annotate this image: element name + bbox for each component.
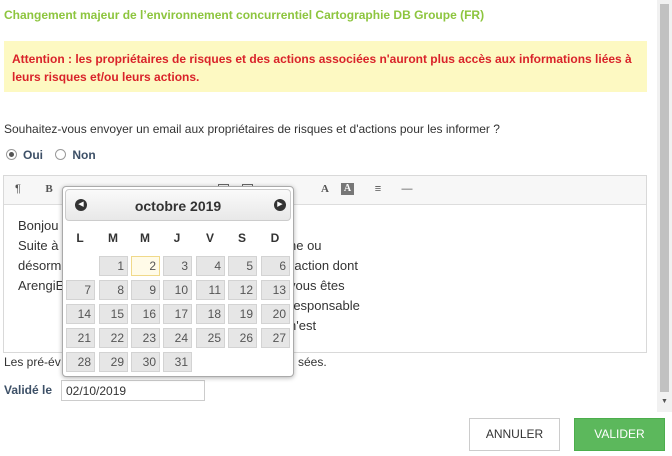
horizontal-rule-button[interactable]: — — [400, 182, 414, 196]
calendar-day[interactable]: 9 — [131, 280, 160, 300]
scrollbar-thumb[interactable] — [660, 4, 669, 392]
calendar-day[interactable]: 18 — [196, 304, 225, 324]
editor-line-4: ArengiE — [18, 278, 65, 293]
warning-banner: Attention : les propriétaires de risques… — [4, 41, 647, 92]
calendar-month-label: octobre 2019 — [134, 198, 222, 214]
calendar-day[interactable]: 15 — [99, 304, 128, 324]
calendar-day[interactable]: 31 — [163, 352, 192, 372]
calendar-day[interactable]: 3 — [163, 256, 192, 276]
calendar-day[interactable]: 29 — [99, 352, 128, 372]
scroll-down-arrow-icon[interactable]: ▼ — [657, 396, 672, 408]
validate-button[interactable]: VALIDER — [574, 418, 665, 451]
calendar-day[interactable]: 11 — [196, 280, 225, 300]
calendar-day[interactable]: 22 — [99, 328, 128, 348]
weekday-header: L — [76, 231, 84, 245]
calendar-day[interactable]: 16 — [131, 304, 160, 324]
email-question: Souhaitez-vous envoyer un email aux prop… — [4, 122, 500, 136]
calendar-day[interactable]: 4 — [196, 256, 225, 276]
calendar-day[interactable]: 12 — [228, 280, 257, 300]
background-color-icon[interactable]: A — [341, 183, 354, 195]
valide-label: Validé le — [4, 383, 53, 397]
calendar-day[interactable]: 26 — [228, 328, 257, 348]
weekday-header: V — [205, 231, 214, 245]
valide-date-input[interactable] — [61, 380, 205, 401]
editor-line-2: Suite à ne ou l'action dont vous êtes res… — [18, 238, 360, 333]
calendar-day[interactable]: 7 — [66, 280, 95, 300]
editor-line-1: Bonjou — [18, 218, 59, 233]
calendar-day[interactable]: 30 — [131, 352, 160, 372]
calendar-day[interactable]: 13 — [261, 280, 290, 300]
radio-oui-label[interactable]: Oui — [23, 148, 43, 162]
bold-button[interactable]: B — [42, 182, 56, 196]
calendar-day[interactable]: 20 — [261, 304, 290, 324]
text-color-icon[interactable]: A — [318, 182, 332, 196]
paragraph-icon[interactable]: ¶ — [11, 182, 25, 196]
calendar-day[interactable]: 25 — [196, 328, 225, 348]
calendar-day[interactable]: 10 — [163, 280, 192, 300]
calendar-day[interactable]: 19 — [228, 304, 257, 324]
warning-line-2: leurs risques et/ou leurs actions. — [12, 70, 200, 84]
radio-non-label[interactable]: Non — [72, 148, 95, 162]
calendar-day[interactable]: 28 — [66, 352, 95, 372]
weekday-header: M — [108, 231, 118, 245]
calendar-day[interactable]: 14 — [66, 304, 95, 324]
calendar-day[interactable]: 17 — [163, 304, 192, 324]
calendar-day[interactable]: 1 — [99, 256, 128, 276]
info-note: Les pré-év sées. — [4, 355, 327, 369]
calendar-day[interactable]: 21 — [66, 328, 95, 348]
radio-oui[interactable] — [6, 149, 17, 160]
editor-content[interactable]: Bonjou Suite à ne ou l'action dont vous ê… — [18, 216, 360, 333]
vertical-scrollbar[interactable]: ▼ — [657, 0, 672, 412]
calendar-header: ◀ octobre 2019 ▶ — [65, 189, 291, 221]
cancel-button[interactable]: ANNULER — [469, 418, 560, 451]
datepicker-calendar: ◀ octobre 2019 ▶ L M M J V S D 1 2 3 4 5 6 7 8 9 10 11 12 1… — [62, 186, 294, 377]
calendar-day[interactable]: 2 — [131, 256, 160, 276]
weekday-header: J — [173, 231, 181, 245]
email-radio-group: Oui Non — [6, 148, 105, 162]
weekday-header: D — [270, 231, 280, 245]
align-icon[interactable]: ≡ — [371, 182, 385, 196]
calendar-day[interactable]: 8 — [99, 280, 128, 300]
calendar-day[interactable]: 24 — [163, 328, 192, 348]
weekday-header: S — [237, 231, 246, 245]
weekday-header: M — [140, 231, 150, 245]
radio-non[interactable] — [55, 149, 67, 160]
editor-line-3: désorm — [18, 258, 62, 273]
next-month-icon[interactable]: ▶ — [274, 199, 286, 211]
calendar-day[interactable]: 23 — [131, 328, 160, 348]
calendar-day[interactable]: 27 — [261, 328, 290, 348]
calendar-day[interactable]: 5 — [228, 256, 257, 276]
dialog-title: Changement majeur de l’environnement con… — [4, 8, 485, 22]
calendar-day[interactable]: 6 — [261, 256, 290, 276]
warning-line-1: Attention : les propriétaires de risques… — [12, 52, 632, 66]
